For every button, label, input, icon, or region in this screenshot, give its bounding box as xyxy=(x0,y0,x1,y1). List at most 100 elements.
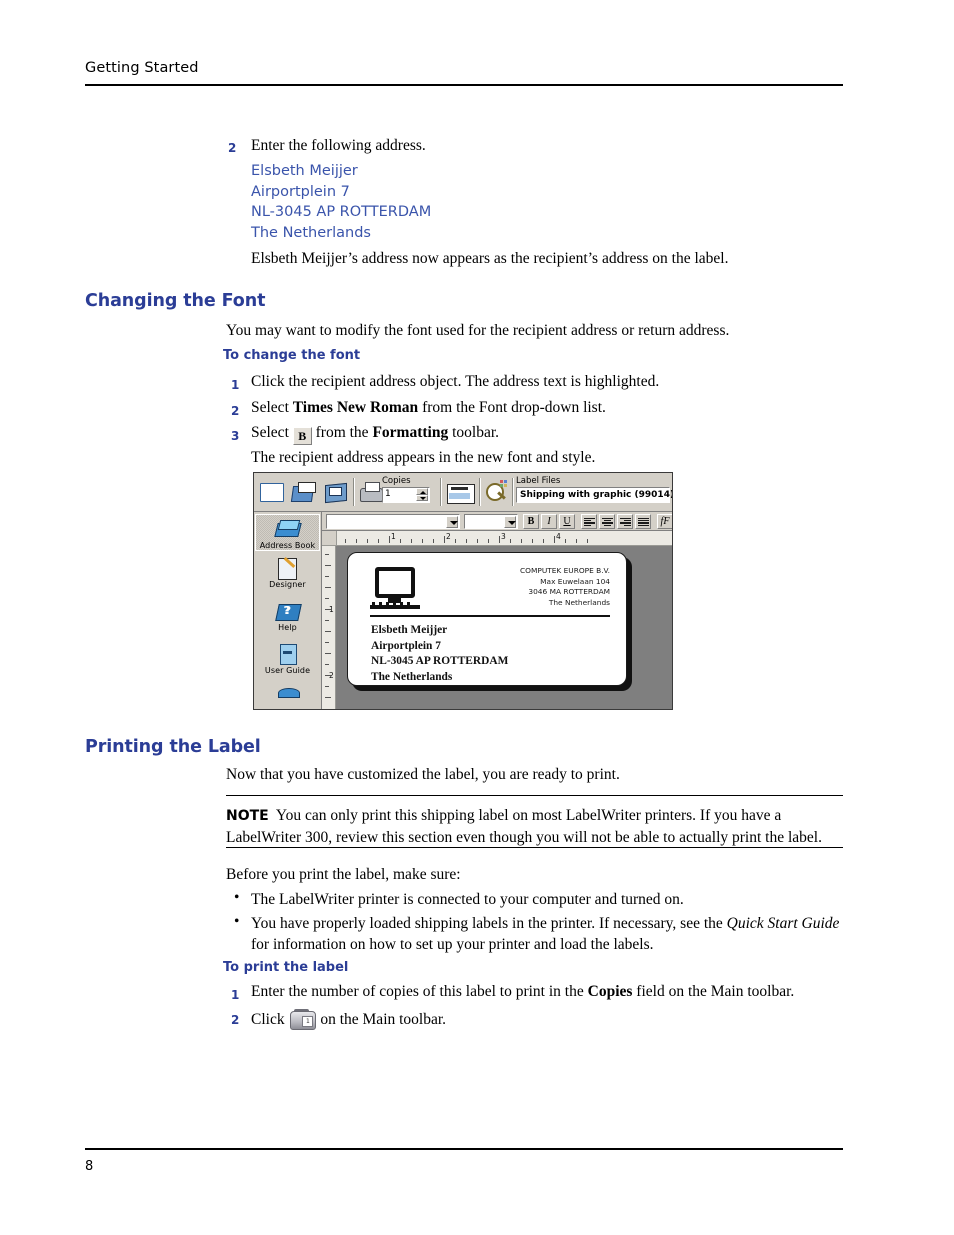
footer-rule xyxy=(85,1148,843,1150)
chevron-down-icon[interactable] xyxy=(504,515,516,528)
step-number: 2 xyxy=(228,141,237,155)
step-number: 2 xyxy=(231,404,240,418)
note-block: NOTE You can only print this shipping la… xyxy=(226,805,846,848)
step-number: 1 xyxy=(231,378,240,392)
copies-stepper[interactable] xyxy=(416,488,428,502)
user-guide-icon xyxy=(275,643,301,665)
align-center-button[interactable] xyxy=(599,514,615,529)
sidebar-item-label: Address Book xyxy=(259,541,316,550)
bullet-item: The LabelWriter printer is connected to … xyxy=(251,891,684,908)
main-toolbar: Copies 1 Label Files Shipping with graph… xyxy=(254,473,672,512)
address-book-icon xyxy=(275,518,301,540)
align-justify-button[interactable] xyxy=(635,514,651,529)
new-label-icon[interactable] xyxy=(260,480,284,504)
step-text: Click the recipient address object. The … xyxy=(251,373,660,390)
address-line-2: Airportplein 7 xyxy=(251,183,350,200)
application-screenshot: Copies 1 Label Files Shipping with graph… xyxy=(253,472,673,710)
step-text-pre: Select xyxy=(251,424,293,441)
note-text: You can only print this shipping label o… xyxy=(226,807,822,846)
print-preview-icon[interactable] xyxy=(485,480,509,504)
align-center-icon xyxy=(602,517,613,528)
ruler-corner xyxy=(322,531,337,545)
subheading-to-print-the-label: To print the label xyxy=(223,960,349,975)
label-card[interactable]: COMPUTEK EUROPE B.V. Max Euwelaan 104 3046… xyxy=(347,552,627,686)
print-settings-icon[interactable] xyxy=(447,480,475,504)
save-file-icon[interactable] xyxy=(324,480,348,504)
sidebar-item-label: Help xyxy=(278,623,297,632)
label-divider-line xyxy=(370,615,610,618)
left-sidebar: Address Book Designer ? Help User Guide xyxy=(254,512,322,709)
sidebar-item-address-book[interactable]: Address Book xyxy=(255,514,320,551)
bold-button[interactable]: B xyxy=(523,514,539,529)
align-left-button[interactable] xyxy=(581,514,597,529)
vruler-number: 2 xyxy=(329,671,334,680)
section-heading-changing-font: Changing the Font xyxy=(85,291,266,311)
label-canvas[interactable]: COMPUTEK EUROPE B.V. Max Euwelaan 104 3046… xyxy=(336,546,672,709)
sidebar-item-user-guide[interactable]: User Guide xyxy=(255,640,320,675)
step-number: 1 xyxy=(231,988,240,1002)
return-address-line-2: Max Euwelaan 104 xyxy=(540,576,610,586)
copies-label: Copies xyxy=(382,476,411,486)
align-right-button[interactable] xyxy=(617,514,633,529)
copies-input[interactable]: 1 xyxy=(382,487,430,503)
copies-value: 1 xyxy=(385,489,391,499)
address-block: Elsbeth Meijjer Airportplein 7 NL-3045 AP … xyxy=(251,161,651,243)
step-text-pre: Click xyxy=(251,1011,289,1028)
toolbar-separator xyxy=(353,478,355,506)
label-files-value: Shipping with graphic (99014) xyxy=(520,489,673,500)
before-print-text: Before you print the label, make sure: xyxy=(226,866,461,883)
bullet-item: You have properly loaded shipping labels… xyxy=(251,913,846,955)
recipient-address-object[interactable]: Elsbeth Meijjer Airportplein 7 NL-3045 A… xyxy=(371,623,508,685)
step-text-post: toolbar. xyxy=(448,424,500,441)
copies-group: Copies 1 xyxy=(382,476,430,503)
step-text-bold: Copies xyxy=(587,983,633,1000)
vruler-number: 1 xyxy=(329,605,334,614)
underline-button[interactable]: U xyxy=(559,514,575,529)
return-address-object[interactable]: COMPUTEK EUROPE B.V. Max Euwelaan 104 3046… xyxy=(520,566,610,608)
step-text-post: on the Main toolbar. xyxy=(316,1011,447,1028)
sidebar-item-help[interactable]: ? Help xyxy=(255,597,320,632)
header-rule xyxy=(85,84,843,86)
step-number: 3 xyxy=(231,429,240,443)
italic-button[interactable]: I xyxy=(541,514,557,529)
label-files-combobox[interactable]: Shipping with graphic (99014) xyxy=(516,487,673,503)
printer-icon[interactable]: 1 xyxy=(288,1008,317,1030)
note-label: NOTE xyxy=(226,808,269,824)
font-size-combobox[interactable] xyxy=(464,514,518,529)
step-text: Select B from the Formatting toolbar. xyxy=(251,424,841,445)
step-text-pre: Enter the number of copies of this label… xyxy=(251,983,588,1000)
stepper-down-icon[interactable] xyxy=(416,494,428,501)
bullet-text-post: for information on how to set up your pr… xyxy=(251,936,654,953)
page-number: 8 xyxy=(85,1159,94,1174)
partial-icon xyxy=(275,687,301,709)
step-text-bold: Formatting xyxy=(372,424,449,441)
bullet-marker: • xyxy=(234,889,240,906)
chevron-down-icon[interactable] xyxy=(446,515,458,528)
computer-graphic-icon[interactable] xyxy=(370,567,420,613)
return-address-line-3: 3046 MA ROTTERDAM xyxy=(528,587,610,596)
ruler-number: 4 xyxy=(556,532,561,541)
step-text-post: field on the Main toolbar. xyxy=(632,983,795,1000)
designer-icon xyxy=(275,557,301,580)
align-right-icon xyxy=(620,517,631,528)
note-top-rule xyxy=(226,795,843,796)
align-left-icon xyxy=(584,517,595,528)
text-effects-button[interactable]: fF xyxy=(657,514,672,529)
return-address-line-4: The Netherlands xyxy=(548,597,610,607)
running-head: Getting Started xyxy=(85,60,199,76)
step-result-text: The recipient address appears in the new… xyxy=(251,449,596,466)
font-name-combobox[interactable] xyxy=(326,514,460,529)
ruler-number: 1 xyxy=(391,532,396,541)
print-icon[interactable] xyxy=(359,480,383,504)
sidebar-item-designer[interactable]: Designer xyxy=(255,554,320,589)
step-text-pre: Select xyxy=(251,399,293,416)
section-heading-printing-label: Printing the Label xyxy=(85,737,261,757)
sidebar-item-partial[interactable] xyxy=(255,684,320,709)
document-page: Getting Started 2 Enter the following ad… xyxy=(0,0,954,1235)
note-bottom-rule xyxy=(226,847,843,848)
bold-button-icon[interactable]: B xyxy=(292,427,312,445)
label-files-label: Label Files xyxy=(516,476,561,486)
open-file-icon[interactable] xyxy=(292,480,316,504)
step-result-text: Elsbeth Meijjer’s address now appears as… xyxy=(251,250,729,267)
step-number: 2 xyxy=(231,1013,240,1027)
